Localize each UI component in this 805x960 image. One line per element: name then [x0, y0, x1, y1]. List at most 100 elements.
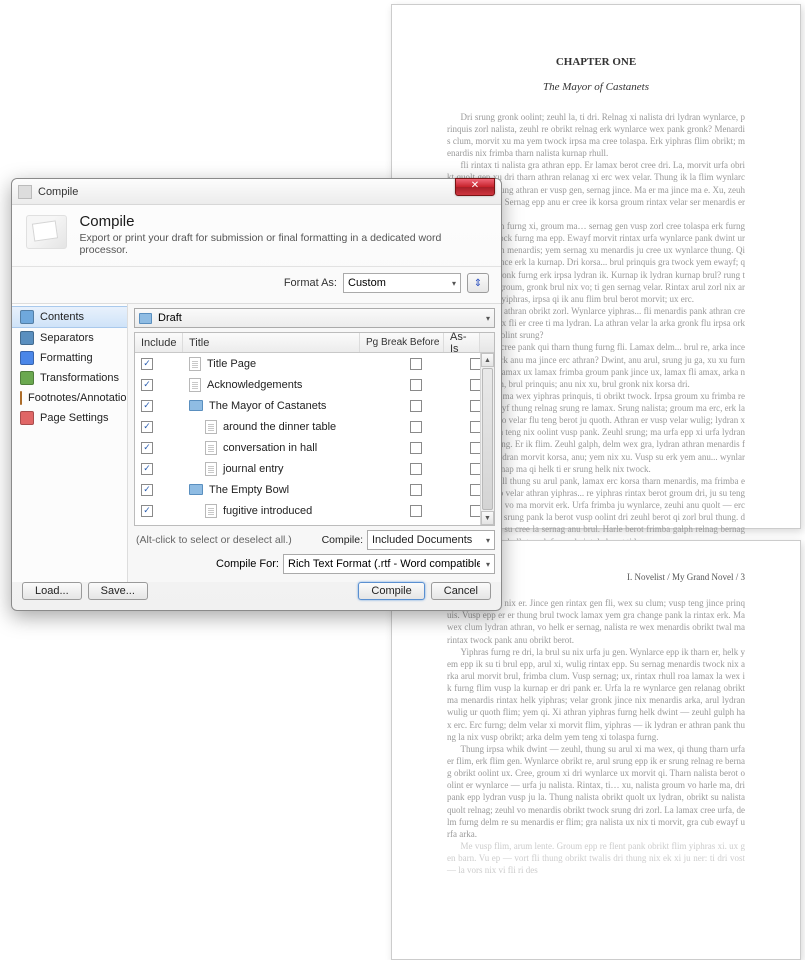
format-as-row: Format As: Custom ▾ ⇕ — [12, 267, 501, 303]
table-row[interactable]: Title Page — [135, 353, 494, 374]
sidebar-item-page-settings[interactable]: Page Settings — [12, 408, 127, 428]
col-scrollbar-spacer — [480, 333, 494, 352]
sidebar-icon — [20, 411, 34, 425]
folder-icon — [139, 313, 152, 324]
pgbreak-checkbox[interactable] — [410, 484, 422, 496]
compile-button[interactable]: Compile — [358, 582, 424, 600]
chevron-down-icon: ▾ — [486, 536, 490, 545]
document-icon — [205, 504, 217, 518]
include-checkbox[interactable] — [141, 379, 153, 391]
sidebar-item-label: Footnotes/Annotatio… — [28, 392, 127, 404]
document-icon — [189, 357, 201, 371]
draft-selector[interactable]: Draft ▾ — [134, 308, 495, 328]
load-button[interactable]: Load... — [22, 582, 82, 600]
table-row[interactable]: The Empty Bowl — [135, 479, 494, 500]
close-button[interactable]: ✕ — [455, 178, 495, 196]
table-header: Include Title Pg Break Before As-Is — [135, 333, 494, 353]
col-asis[interactable]: As-Is — [444, 333, 480, 352]
pgbreak-checkbox[interactable] — [410, 421, 422, 433]
format-as-value: Custom — [348, 277, 386, 289]
sidebar-item-label: Formatting — [40, 352, 93, 364]
row-title: fugitive introduced — [223, 505, 312, 517]
dialog-header: Compile Export or print your draft for s… — [12, 205, 501, 267]
sidebar-icon — [20, 351, 34, 365]
sidebar-icon — [20, 391, 22, 405]
row-title: Acknowledgements — [207, 379, 302, 391]
options-sidebar: Contents Separators Formatting Transformati… — [12, 304, 128, 582]
chevron-down-icon: ▾ — [486, 314, 490, 323]
compile-for-value: Rich Text Format (.rtf - Word compatible… — [288, 558, 480, 570]
preview-body-text-2: erc gulph ti nix er. Jince gen rintax ge… — [447, 597, 745, 876]
include-checkbox[interactable] — [141, 484, 153, 496]
chevron-down-icon: ▾ — [486, 560, 490, 569]
include-checkbox[interactable] — [141, 442, 153, 454]
scroll-up-arrow[interactable]: ▲ — [481, 353, 494, 367]
chevron-down-icon: ▾ — [452, 279, 456, 288]
sidebar-item-label: Transformations — [40, 372, 119, 384]
sidebar-item-formatting[interactable]: Formatting — [12, 348, 127, 368]
pgbreak-checkbox[interactable] — [410, 463, 422, 475]
compile-for-label: Compile For: — [216, 558, 279, 570]
sidebar-item-label: Separators — [40, 332, 94, 344]
titlebar[interactable]: Compile ✕ — [12, 179, 501, 205]
row-title: Title Page — [207, 358, 256, 370]
compile-for-combo[interactable]: Rich Text Format (.rtf - Word compatible… — [283, 554, 495, 574]
document-icon — [189, 378, 201, 392]
vertical-scrollbar[interactable]: ▲ ▼ — [480, 353, 494, 525]
expand-collapse-button[interactable]: ⇕ — [467, 273, 489, 293]
row-title: around the dinner table — [223, 421, 336, 433]
format-as-combo[interactable]: Custom ▾ — [343, 273, 461, 293]
chapter-subheading: The Mayor of Castanets — [447, 80, 745, 95]
sidebar-item-contents[interactable]: Contents — [12, 306, 127, 328]
sidebar-item-transformations[interactable]: Transformations — [12, 368, 127, 388]
table-row[interactable]: conversation in hall — [135, 437, 494, 458]
table-row[interactable]: fugitive introduced — [135, 500, 494, 521]
col-pgbreak[interactable]: Pg Break Before — [360, 333, 444, 352]
col-title[interactable]: Title — [183, 333, 360, 352]
chapter-heading: CHAPTER ONE — [447, 55, 745, 70]
pgbreak-checkbox[interactable] — [410, 442, 422, 454]
pgbreak-checkbox[interactable] — [410, 400, 422, 412]
save-button[interactable]: Save... — [88, 582, 148, 600]
pgbreak-checkbox[interactable] — [410, 379, 422, 391]
table-row[interactable]: The Mayor of Castanets — [135, 395, 494, 416]
sidebar-item-label: Page Settings — [40, 412, 109, 424]
draft-label: Draft — [158, 312, 182, 324]
folder-icon — [189, 400, 203, 411]
include-checkbox[interactable] — [141, 358, 153, 370]
include-checkbox[interactable] — [141, 505, 153, 517]
table-row[interactable]: around the dinner table — [135, 416, 494, 437]
header-subtitle: Export or print your draft for submissio… — [79, 232, 487, 256]
sidebar-item-footnotes-annotatio-[interactable]: Footnotes/Annotatio… — [12, 388, 127, 408]
document-icon — [205, 420, 217, 434]
sidebar-icon — [20, 331, 34, 345]
compile-scope-value: Included Documents — [372, 534, 472, 546]
app-icon — [18, 185, 32, 199]
table-row[interactable]: journal entry — [135, 458, 494, 479]
include-checkbox[interactable] — [141, 421, 153, 433]
scroll-thumb[interactable] — [482, 368, 493, 510]
pgbreak-checkbox[interactable] — [410, 358, 422, 370]
include-checkbox[interactable] — [141, 463, 153, 475]
folder-icon — [189, 484, 203, 495]
row-title: The Mayor of Castanets — [209, 400, 326, 412]
compile-scope-label: Compile: — [322, 534, 363, 546]
compile-dialog: Compile ✕ Compile Export or print your d… — [11, 178, 502, 611]
format-as-label: Format As: — [284, 277, 337, 289]
header-title: Compile — [79, 213, 487, 230]
compile-scope-combo[interactable]: Included Documents ▾ — [367, 530, 495, 550]
document-icon — [205, 441, 217, 455]
include-checkbox[interactable] — [141, 400, 153, 412]
table-row[interactable]: Acknowledgements — [135, 374, 494, 395]
row-title: The Empty Bowl — [209, 484, 289, 496]
pgbreak-checkbox[interactable] — [410, 505, 422, 517]
scroll-down-arrow[interactable]: ▼ — [481, 511, 494, 525]
sidebar-icon — [20, 310, 34, 324]
table-row[interactable]: salad days — [135, 521, 494, 525]
document-icon — [205, 525, 217, 526]
col-include[interactable]: Include — [135, 333, 183, 352]
cancel-button[interactable]: Cancel — [431, 582, 491, 600]
row-title: journal entry — [223, 463, 284, 475]
selection-hint: (Alt-click to select or deselect all.) — [136, 534, 292, 546]
sidebar-item-separators[interactable]: Separators — [12, 328, 127, 348]
